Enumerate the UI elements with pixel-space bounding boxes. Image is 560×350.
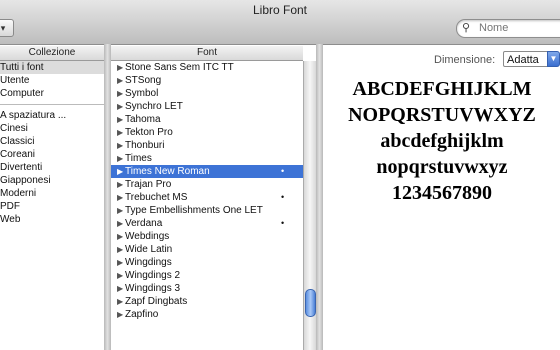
disclosure-triangle-icon[interactable]: ▶ bbox=[117, 308, 125, 321]
disclosure-triangle-icon[interactable]: ▶ bbox=[117, 178, 125, 191]
window-title: Libro Font bbox=[252, 3, 308, 17]
preview-splitter[interactable] bbox=[316, 44, 323, 350]
collection-item[interactable]: Classici bbox=[0, 135, 104, 148]
disclosure-triangle-icon[interactable]: ▶ bbox=[117, 269, 125, 282]
disclosure-triangle-icon[interactable]: ▶ bbox=[117, 139, 125, 152]
font-name: Times bbox=[125, 153, 152, 164]
font-name: Trajan Pro bbox=[125, 179, 172, 190]
disclosure-triangle-icon[interactable]: ▶ bbox=[117, 113, 125, 126]
font-item[interactable]: ▶ Synchro LET bbox=[111, 100, 303, 113]
font-item[interactable]: ▶ Thonburi bbox=[111, 139, 303, 152]
font-name: Tekton Pro bbox=[125, 127, 173, 138]
disclosure-triangle-icon[interactable]: ▶ bbox=[117, 217, 125, 230]
font-item[interactable]: ▶ Symbol bbox=[111, 87, 303, 100]
disclosure-triangle-icon[interactable]: ▶ bbox=[117, 74, 125, 87]
font-name: Verdana bbox=[125, 218, 163, 229]
font-name: Stone Sans Sem ITC TT bbox=[125, 62, 234, 73]
preview-line: nopqrstuvwxyz bbox=[376, 156, 508, 178]
font-name: Wingdings bbox=[125, 257, 172, 268]
collection-item[interactable]: Cinesi bbox=[0, 122, 104, 135]
search-input[interactable] bbox=[479, 21, 559, 35]
font-preview: ABCDEFGHIJKLM NOPQRSTUVWXYZ abcdefghijklm n… bbox=[324, 76, 560, 206]
font-item[interactable]: ▶ Tahoma bbox=[111, 113, 303, 126]
collection-item[interactable]: Coreani bbox=[0, 148, 104, 161]
disclosure-triangle-icon[interactable]: ▶ bbox=[117, 87, 125, 100]
font-item[interactable]: ▶ Trebuchet MS • bbox=[111, 191, 303, 204]
collection-list: Tutti i font Utente Computer A spaziatura .… bbox=[0, 61, 104, 226]
collection-item[interactable]: Moderni bbox=[0, 187, 104, 200]
font-item[interactable]: ▶ Verdana • bbox=[111, 217, 303, 230]
font-name: Webdings bbox=[125, 231, 170, 242]
search-field[interactable]: ⚲ bbox=[456, 19, 560, 38]
preview-line: NOPQRSTUVWXYZ bbox=[348, 104, 536, 126]
collection-item[interactable]: Divertenti bbox=[0, 161, 104, 174]
font-item[interactable]: ▶ Wingdings bbox=[111, 256, 303, 269]
font-name: Symbol bbox=[125, 88, 159, 99]
disclosure-triangle-icon[interactable]: ▶ bbox=[117, 256, 125, 269]
disclosure-triangle-icon[interactable]: ▶ bbox=[117, 230, 125, 243]
font-list-scrollbar[interactable] bbox=[303, 61, 316, 350]
disclosure-triangle-icon[interactable]: ▶ bbox=[117, 243, 125, 256]
disclosure-triangle-icon[interactable]: ▶ bbox=[117, 282, 125, 295]
collection-item[interactable]: Giapponesi bbox=[0, 174, 104, 187]
font-item[interactable]: ▶ Times bbox=[111, 152, 303, 165]
collection-item[interactable]: Tutti i font bbox=[0, 61, 104, 74]
collection-item[interactable]: Web bbox=[0, 213, 104, 226]
disclosure-triangle-icon[interactable]: ▶ bbox=[117, 126, 125, 139]
disclosure-triangle-icon[interactable]: ▶ bbox=[117, 100, 125, 113]
font-item[interactable]: ▶ Webdings bbox=[111, 230, 303, 243]
font-name: Wide Latin bbox=[125, 244, 173, 255]
font-item[interactable]: ▶ Tekton Pro bbox=[111, 126, 303, 139]
font-item[interactable]: ▶ Trajan Pro bbox=[111, 178, 303, 191]
search-icon: ⚲ bbox=[462, 22, 471, 34]
font-item[interactable]: ▶ Times New Roman • bbox=[111, 165, 303, 178]
font-name: Times New Roman bbox=[125, 166, 210, 177]
disclosure-triangle-icon[interactable]: ▶ bbox=[117, 61, 125, 74]
font-list: ▶ Stone Sans Sem ITC TT ▶ STSong ▶ Symbol ▶ Syn… bbox=[111, 61, 303, 321]
size-label: Dimensione: bbox=[434, 54, 496, 66]
font-name: Zapf Dingbats bbox=[125, 296, 188, 307]
disclosure-triangle-icon[interactable]: ▶ bbox=[117, 165, 125, 178]
collection-item[interactable]: PDF bbox=[0, 200, 104, 213]
toolbar: Libro Font ▾ ⚲ bbox=[0, 0, 560, 45]
font-column-header[interactable]: Font bbox=[111, 46, 303, 61]
chevron-down-icon[interactable]: ▼ bbox=[547, 51, 560, 67]
column-splitter[interactable] bbox=[104, 44, 111, 350]
font-name: Tahoma bbox=[125, 114, 161, 125]
font-name: Synchro LET bbox=[125, 101, 183, 112]
font-item[interactable]: ▶ Type Embellishments One LET bbox=[111, 204, 303, 217]
disclosure-triangle-icon[interactable]: ▶ bbox=[117, 295, 125, 308]
font-name: Wingdings 3 bbox=[125, 283, 181, 294]
disclosure-triangle-icon[interactable]: ▶ bbox=[117, 191, 125, 204]
action-menu-button[interactable]: ▾ bbox=[0, 19, 14, 37]
font-item[interactable]: ▶ STSong bbox=[111, 74, 303, 87]
font-item[interactable]: ▶ Wingdings 2 bbox=[111, 269, 303, 282]
collection-item[interactable]: Computer bbox=[0, 87, 104, 100]
disclosure-triangle-icon[interactable]: ▶ bbox=[117, 152, 125, 165]
font-name: Trebuchet MS bbox=[125, 192, 188, 203]
font-item[interactable]: ▶ Wide Latin bbox=[111, 243, 303, 256]
collection-item[interactable]: Utente bbox=[0, 74, 104, 87]
font-name: Thonburi bbox=[125, 140, 165, 151]
font-item[interactable]: ▶ Zapf Dingbats bbox=[111, 295, 303, 308]
font-name: Wingdings 2 bbox=[125, 270, 181, 281]
font-status-dot: • bbox=[281, 166, 285, 176]
font-status-dot: • bbox=[281, 192, 285, 202]
font-item[interactable]: ▶ Wingdings 3 bbox=[111, 282, 303, 295]
collection-column-header[interactable]: Collezione bbox=[0, 46, 104, 61]
preview-line: 1234567890 bbox=[392, 182, 492, 204]
font-item[interactable]: ▶ Stone Sans Sem ITC TT bbox=[111, 61, 303, 74]
scroll-thumb[interactable] bbox=[305, 289, 316, 317]
disclosure-triangle-icon[interactable]: ▶ bbox=[117, 204, 125, 217]
font-name: Zapfino bbox=[125, 309, 159, 320]
font-status-dot: • bbox=[281, 218, 285, 228]
preview-line: ABCDEFGHIJKLM bbox=[352, 78, 532, 100]
font-name: STSong bbox=[125, 75, 162, 86]
collection-divider bbox=[0, 100, 104, 105]
collection-item[interactable]: A spaziatura ... bbox=[0, 109, 104, 122]
font-name: Type Embellishments One LET bbox=[125, 205, 263, 216]
font-item[interactable]: ▶ Zapfino bbox=[111, 308, 303, 321]
preview-line: abcdefghijklm bbox=[380, 130, 504, 152]
